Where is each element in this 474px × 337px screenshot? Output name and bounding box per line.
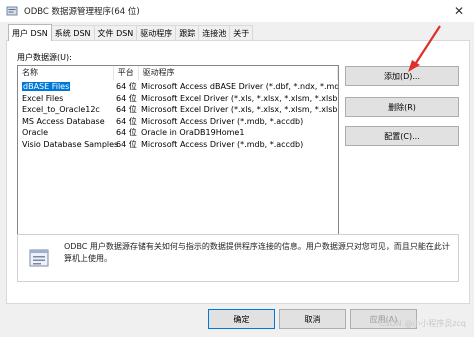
title-bar: ODBC 数据源管理程序(64 位) ✕ — [0, 0, 474, 22]
row-name: Visio Database Samples — [22, 139, 119, 149]
odbc-app-icon — [6, 5, 18, 17]
row-platform: 64 位 — [116, 93, 137, 103]
tab-connection-pooling[interactable]: 连接池 — [198, 25, 231, 41]
row-name: Excel_to_Oracle12c — [22, 105, 100, 114]
row-platform: 64 位 — [116, 82, 137, 91]
column-header-driver[interactable]: 驱动程序 — [139, 66, 338, 80]
row-name: MS Access Database — [22, 116, 105, 126]
list-row-dbase-files[interactable]: dBASE Files 64 位 Microsoft Access dBASE … — [18, 81, 338, 93]
watermark: CSDN @小小程序员zcq — [378, 319, 466, 328]
row-driver: Microsoft Access dBASE Driver (*.dbf, *.… — [141, 82, 338, 91]
list-row-excel-files[interactable]: Excel Files 64 位 Microsoft Excel Driver … — [18, 93, 338, 105]
row-name: Excel Files — [22, 93, 64, 103]
user-data-sources-label: 用户数据源(U): — [17, 53, 72, 62]
annotation-arrow-icon — [408, 25, 441, 72]
row-driver: Microsoft Excel Driver (*.xls, *.xlsx, *… — [141, 93, 338, 103]
tab-system-dsn[interactable]: 系统 DSN — [50, 25, 95, 41]
row-platform: 64 位 — [116, 139, 137, 149]
tab-about[interactable]: 关于 — [229, 25, 254, 41]
close-icon[interactable]: ✕ — [444, 0, 474, 22]
row-driver: Oracle in OraDB19Home1 — [141, 128, 245, 137]
row-driver: Microsoft Access Driver (*.mdb, *.accdb) — [141, 139, 304, 149]
row-name: dBASE Files — [22, 82, 71, 91]
tab-drivers[interactable]: 驱动程序 — [136, 25, 177, 41]
info-text: ODBC 用户数据源存储有关如何与指示的数据提供程序连接的信息。用户数据源只对您… — [64, 242, 450, 263]
list-row-ms-access-database[interactable]: MS Access Database 64 位 Microsoft Access… — [18, 116, 338, 128]
user-dsn-panel: 用户数据源(U): 名称 平台 驱动程序 dBASE Files 64 位 Mi… — [6, 40, 470, 304]
column-header-platform[interactable]: 平台 — [114, 66, 139, 80]
list-row-excel-to-oracle12c[interactable]: Excel_to_Oracle12c 64 位 Microsoft Excel … — [18, 104, 338, 116]
list-header: 名称 平台 驱动程序 — [18, 66, 338, 80]
data-source-info-icon — [28, 247, 50, 269]
tab-file-dsn[interactable]: 文件 DSN — [93, 25, 138, 41]
window-title: ODBC 数据源管理程序(64 位) — [24, 7, 140, 17]
list-row-visio-database-samples[interactable]: Visio Database Samples 64 位 Microsoft Ac… — [18, 139, 338, 151]
row-driver: Microsoft Excel Driver (*.xls, *.xlsx, *… — [141, 105, 338, 114]
row-driver: Microsoft Access Driver (*.mdb, *.accdb) — [141, 116, 304, 126]
configure-button[interactable]: 配置(C)... — [345, 126, 459, 146]
tab-tracing[interactable]: 跟踪 — [175, 25, 200, 41]
row-platform: 64 位 — [116, 128, 137, 137]
row-platform: 64 位 — [116, 105, 137, 114]
row-name: Oracle — [22, 128, 49, 137]
tab-user-dsn[interactable]: 用户 DSN — [8, 24, 52, 41]
list-rows: dBASE Files 64 位 Microsoft Access dBASE … — [18, 81, 338, 150]
column-header-name[interactable]: 名称 — [18, 66, 114, 80]
tab-strip: 用户 DSN 系统 DSN 文件 DSN 驱动程序 跟踪 连接池 关于 — [8, 24, 254, 41]
remove-button[interactable]: 删除(R) — [345, 97, 459, 117]
info-box: ODBC 用户数据源存储有关如何与指示的数据提供程序连接的信息。用户数据源只对您… — [17, 234, 459, 282]
list-row-oracle[interactable]: Oracle 64 位 Oracle in OraDB19Home1 — [18, 127, 338, 139]
row-platform: 64 位 — [116, 116, 137, 126]
cancel-button[interactable]: 取消 — [279, 309, 346, 329]
ok-button[interactable]: 确定 — [208, 309, 275, 329]
